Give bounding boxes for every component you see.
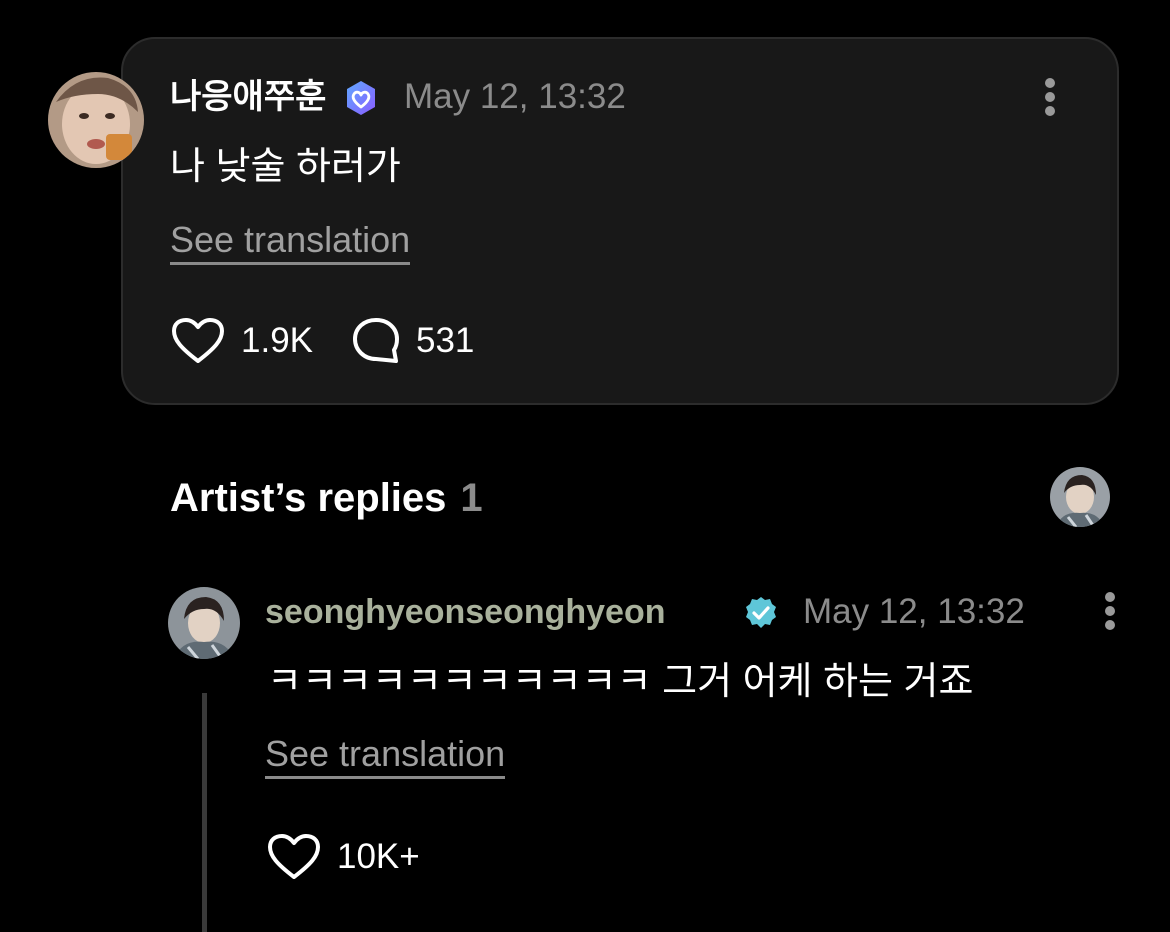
post-like-button[interactable]: 1.9K [171,317,313,365]
speech-bubble-icon [353,318,399,363]
reply-like-count: 10K+ [337,837,420,876]
reply-author-avatar[interactable] [168,587,240,659]
post-see-translation-link[interactable]: See translation [170,219,411,265]
reply-see-translation-link[interactable]: See translation [265,733,506,779]
artist-avatar[interactable] [1050,467,1110,527]
post-author-avatar[interactable] [48,72,144,168]
heart-outline-icon [172,318,224,363]
reply-thread-line [202,693,207,932]
reply-author-name[interactable]: seonghyeonseonghyeon [265,592,666,632]
post-comment-button[interactable]: 531 [352,317,474,365]
artist-replies-title: Artist’s replies [170,476,447,520]
post-like-count: 1.9K [241,321,313,360]
post-comment-count: 531 [416,321,475,360]
post-timestamp: May 12, 13:32 [404,77,626,116]
post-more-icon[interactable] [1038,75,1062,119]
post-text: 나 낮술 하러가 [170,146,401,188]
verified-check-badge-icon [743,595,779,631]
artist-replies-heading: Artist’s replies 1 [170,475,483,521]
reply-like-button[interactable]: 10K+ [267,832,420,882]
artist-replies-count: 1 [460,476,483,520]
reply-more-icon[interactable] [1098,589,1122,633]
verified-heart-badge-icon [343,80,379,116]
reply-text: ㅋㅋㅋㅋㅋㅋㅋㅋㅋㅋㅋ 그거 어케 하는 거죠 [267,661,974,703]
reply-timestamp: May 12, 13:32 [803,592,1025,631]
post-author-name[interactable]: 나응애쭈훈 [170,77,326,117]
heart-outline-icon [268,834,320,879]
